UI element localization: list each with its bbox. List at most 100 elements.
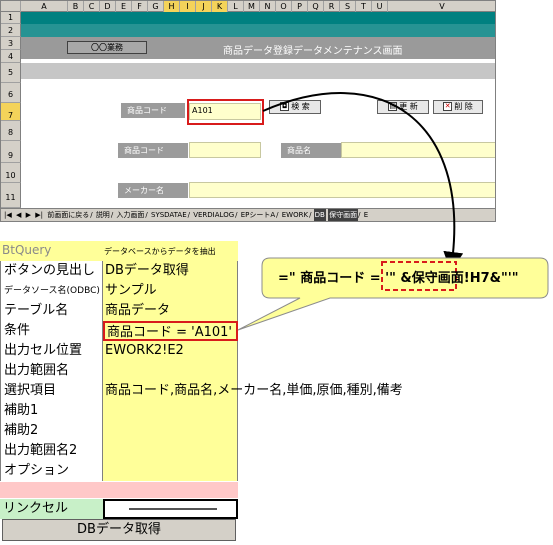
column-header-g[interactable]: G (148, 1, 164, 12)
tab-verdialog[interactable]: VERDIALOG (192, 209, 235, 221)
link-cell[interactable] (103, 499, 238, 519)
column-header-q[interactable]: Q (308, 1, 324, 12)
separator-band (21, 63, 495, 79)
row-header-11[interactable]: 11 (1, 183, 21, 208)
row-header-10[interactable]: 10 (1, 163, 21, 183)
search-icon: ◘ (280, 102, 290, 111)
condition-value-highlighted[interactable]: 商品コード = 'A101' (103, 321, 238, 341)
tab-maintenance[interactable]: 保守画面 (328, 209, 359, 221)
column-header-h[interactable]: H (164, 1, 180, 12)
column-header-k[interactable]: K (212, 1, 228, 12)
update-button-label: 更 新 (399, 102, 418, 111)
delete-icon: ✕ (443, 102, 453, 111)
tab-db[interactable]: DB (313, 209, 326, 221)
column-header-r[interactable]: R (324, 1, 340, 12)
row-header-1[interactable]: 1 (1, 12, 21, 24)
column-header-e[interactable]: E (116, 1, 132, 12)
row-key: 選択項目 (0, 381, 103, 401)
update-button[interactable]: ▤ 更 新 (377, 100, 429, 114)
row-value[interactable]: 商品データ (103, 301, 238, 321)
row-header-7[interactable]: 7 (1, 103, 21, 121)
table-row: データソース名(ODBC) サンプル (0, 281, 238, 301)
column-header-o[interactable]: O (276, 1, 292, 12)
row-value[interactable] (103, 441, 238, 461)
select-all-corner[interactable] (1, 1, 21, 12)
tab-sysdatae[interactable]: SYSDATAE (150, 209, 188, 221)
row-value[interactable] (103, 361, 238, 381)
column-header-p[interactable]: P (292, 1, 308, 12)
row-key: 出力範囲名2 (0, 441, 103, 461)
product-code-field[interactable] (189, 142, 261, 158)
row-value[interactable] (103, 461, 238, 481)
column-header-u[interactable]: U (372, 1, 388, 12)
spreadsheet-window: A B C D E F G H I J K L M N O P Q R S T … (0, 0, 496, 222)
search-code-label: 商品コード (121, 103, 185, 118)
row-value[interactable] (103, 401, 238, 421)
tab-back[interactable]: 前画面に戻る (46, 209, 90, 221)
row-header-3[interactable]: 3 (1, 37, 21, 50)
column-header-n[interactable]: N (260, 1, 276, 12)
tab-scroll-prev[interactable]: ◀ (15, 209, 22, 221)
tab-input[interactable]: 入力画面 (115, 209, 145, 221)
row-key: 出力範囲名 (0, 361, 103, 381)
table-row: 補助2 (0, 421, 238, 441)
row-header-4[interactable]: 4 (1, 50, 21, 63)
screen-title: 商品データ登録データメンテナンス画面 (223, 46, 403, 57)
column-header-b[interactable]: B (68, 1, 84, 12)
column-header-d[interactable]: D (100, 1, 116, 12)
column-header-bar: A B C D E F G H I J K L M N O P Q R S T … (1, 1, 495, 12)
row-value[interactable]: DBデータ取得 (103, 261, 238, 281)
tab-scroll-last[interactable]: ▶| (34, 209, 44, 221)
column-header-t[interactable]: T (356, 1, 372, 12)
row-key: ボタンの見出し (0, 261, 103, 281)
search-button[interactable]: ◘ 検 索 (269, 100, 321, 114)
tab-scroll-first[interactable]: |◀ (3, 209, 13, 221)
maker-name-field[interactable] (189, 182, 495, 198)
table-row: 出力範囲名 (0, 361, 238, 381)
table-row: 出力セル位置 EWORK2!E2 (0, 341, 238, 361)
column-header-f[interactable]: F (132, 1, 148, 12)
product-name-field[interactable] (341, 142, 495, 158)
row-header-9[interactable]: 9 (1, 141, 21, 163)
tab-scroll-next[interactable]: ▶ (25, 209, 32, 221)
tab-ework[interactable]: EWORK (281, 209, 309, 221)
db-fetch-button[interactable]: DBデータ取得 (2, 519, 236, 541)
column-header-i[interactable]: I (180, 1, 196, 12)
header-description: データベースからデータを抽出 (104, 247, 216, 256)
row-value[interactable]: 商品コード,商品名,メーカー名,単価,原価,種別,備考 (103, 381, 403, 401)
column-header-v[interactable]: V (388, 1, 495, 12)
tab-ep-sheet[interactable]: EPシートA (240, 209, 276, 221)
row-header-6[interactable]: 6 (1, 83, 21, 103)
row-header-2[interactable]: 2 (1, 24, 21, 37)
row-key: 補助2 (0, 421, 103, 441)
table-row: 選択項目 商品コード,商品名,メーカー名,単価,原価,種別,備考 (0, 381, 403, 401)
column-header-a[interactable]: A (21, 1, 68, 12)
column-header-c[interactable]: C (84, 1, 100, 12)
table-row: ボタンの見出し DBデータ取得 (0, 261, 238, 281)
row-value[interactable]: EWORK2!E2 (103, 341, 238, 361)
row-value[interactable]: サンプル (103, 281, 238, 301)
header-band-top (21, 12, 495, 24)
column-header-j[interactable]: J (196, 1, 212, 12)
column-header-m[interactable]: M (244, 1, 260, 12)
row-key: オプション (0, 461, 103, 481)
highlight-box-h7 (187, 99, 264, 125)
row-header-5[interactable]: 5 (1, 63, 21, 83)
table-row: 出力範囲名2 (0, 441, 238, 461)
maker-name-label: メーカー名 (118, 183, 188, 198)
tab-help[interactable]: 説明 (95, 209, 111, 221)
row-value[interactable] (103, 421, 238, 441)
header-band-row2 (21, 24, 495, 37)
sheet-tab-bar: |◀ ◀ ▶ ▶| 前画面に戻る/ 説明/ 入力画面/ SYSDATAE/ VE… (1, 208, 495, 221)
row-header-8[interactable]: 8 (1, 121, 21, 141)
table-header: BtQuery データベースからデータを抽出 (0, 241, 238, 261)
tab-e[interactable]: E (363, 209, 369, 221)
delete-button[interactable]: ✕ 削 除 (433, 100, 483, 114)
table-row: 補助1 (0, 401, 238, 421)
formula-text: =" 商品コード = '" &保守画面!H7&"'" (278, 267, 519, 286)
row-key: 条件 (0, 321, 103, 341)
row-key: データソース名(ODBC) (0, 281, 103, 301)
column-header-s[interactable]: S (340, 1, 356, 12)
column-header-l[interactable]: L (228, 1, 244, 12)
formula-suffix: &"'" (489, 271, 519, 286)
